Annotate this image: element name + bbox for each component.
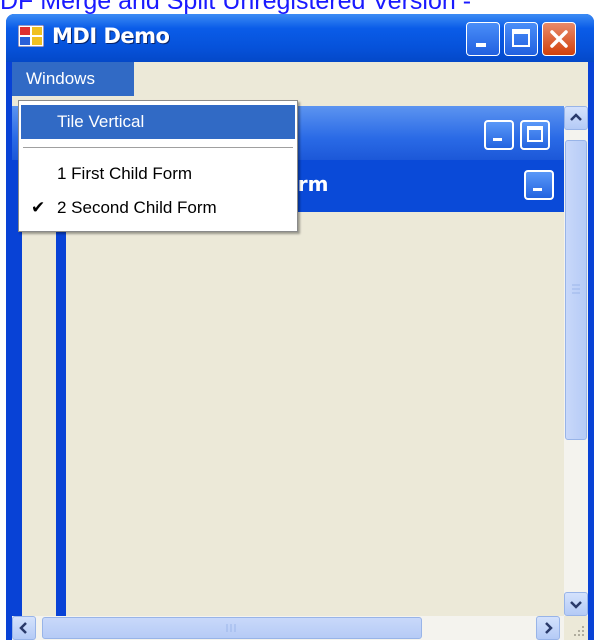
minimize-button[interactable] bbox=[466, 22, 500, 56]
watermark-text: DF Merge and Split Unregistered Version … bbox=[0, 0, 472, 14]
windows-dropdown-menu: Tile Vertical 1 First Child Form ✔ 2 Sec… bbox=[18, 100, 298, 232]
menu-bar: Windows bbox=[12, 62, 588, 96]
first-child-maximize-button[interactable] bbox=[520, 120, 550, 150]
menu-item-label: Tile Vertical bbox=[57, 112, 145, 131]
resize-grip-icon bbox=[574, 626, 584, 636]
first-child-minimize-button[interactable] bbox=[484, 120, 514, 150]
minimize-icon bbox=[493, 138, 502, 141]
menu-item-first-child-form[interactable]: 1 First Child Form bbox=[21, 157, 295, 191]
size-grip[interactable] bbox=[564, 616, 588, 640]
menu-item-label: 1 First Child Form bbox=[57, 164, 193, 183]
scroll-right-button[interactable] bbox=[536, 616, 560, 640]
maximize-icon bbox=[512, 29, 530, 47]
chevron-right-icon bbox=[545, 622, 553, 634]
grip-icon bbox=[226, 624, 236, 632]
menu-windows[interactable]: Windows bbox=[12, 62, 134, 96]
grip-icon bbox=[572, 284, 580, 294]
chevron-up-icon bbox=[570, 113, 582, 121]
menu-item-label: 2 Second Child Form bbox=[57, 198, 217, 217]
menu-separator bbox=[23, 147, 293, 149]
menu-item-second-child-form[interactable]: ✔ 2 Second Child Form bbox=[21, 191, 295, 225]
chevron-left-icon bbox=[19, 622, 27, 634]
checkmark-icon: ✔ bbox=[31, 198, 46, 217]
second-child-body bbox=[66, 212, 564, 616]
window-title: MDI Demo bbox=[52, 24, 170, 48]
maximize-icon bbox=[527, 126, 543, 142]
vertical-scroll-thumb[interactable] bbox=[565, 140, 587, 440]
second-child-minimize-button[interactable] bbox=[524, 170, 554, 200]
minimize-icon bbox=[533, 188, 542, 191]
menu-item-tile-vertical[interactable]: Tile Vertical bbox=[21, 105, 295, 139]
app-icon bbox=[18, 25, 44, 47]
vertical-scrollbar[interactable] bbox=[564, 106, 588, 616]
close-icon bbox=[550, 30, 568, 48]
close-button[interactable] bbox=[542, 22, 576, 56]
maximize-button[interactable] bbox=[504, 22, 538, 56]
title-bar[interactable]: MDI Demo bbox=[6, 14, 594, 62]
chevron-down-icon bbox=[570, 601, 582, 609]
horizontal-scrollbar[interactable] bbox=[12, 616, 564, 640]
horizontal-scroll-thumb[interactable] bbox=[42, 617, 422, 639]
scroll-down-button[interactable] bbox=[564, 592, 588, 616]
minimize-icon bbox=[476, 43, 486, 47]
scroll-left-button[interactable] bbox=[12, 616, 36, 640]
scroll-up-button[interactable] bbox=[564, 106, 588, 130]
